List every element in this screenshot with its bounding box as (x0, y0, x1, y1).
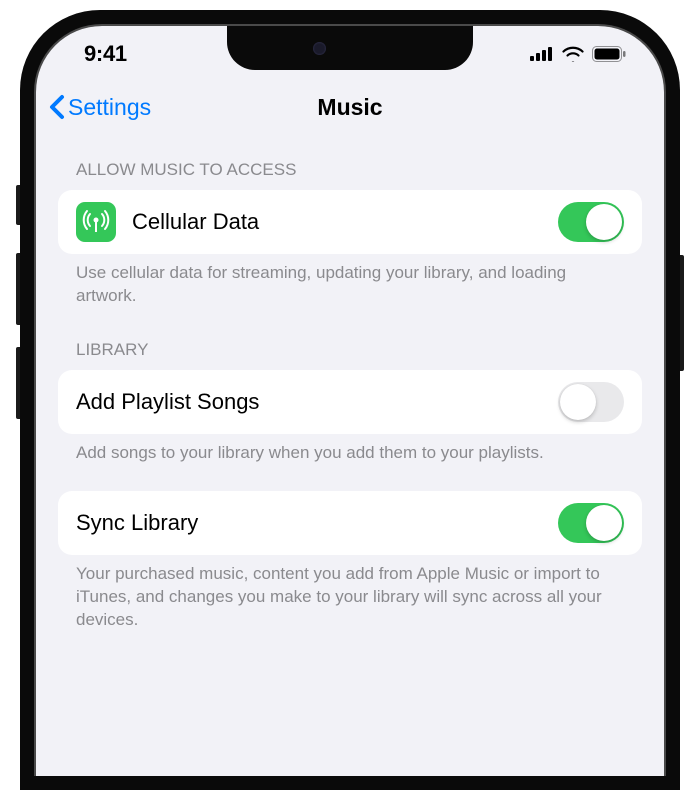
chevron-left-icon (48, 94, 66, 120)
section-header-access: ALLOW MUSIC TO ACCESS (58, 132, 642, 190)
sync-library-toggle[interactable] (558, 503, 624, 543)
nav-bar: Settings Music (36, 82, 664, 132)
back-label: Settings (68, 94, 151, 121)
cellular-signal-icon (530, 47, 554, 61)
cell-add-playlist-songs[interactable]: Add Playlist Songs (58, 370, 642, 434)
wifi-icon (562, 46, 584, 62)
status-time: 9:41 (84, 41, 127, 67)
section-footer-add-playlist: Add songs to your library when you add t… (58, 434, 642, 469)
add-playlist-toggle[interactable] (558, 382, 624, 422)
sync-library-label: Sync Library (76, 510, 542, 536)
section-footer-access: Use cellular data for streaming, updatin… (58, 254, 642, 312)
battery-icon (592, 46, 626, 62)
cellular-data-icon (76, 202, 116, 242)
back-button[interactable]: Settings (48, 94, 151, 121)
cellular-data-toggle[interactable] (558, 202, 624, 242)
cell-cellular-data[interactable]: Cellular Data (58, 190, 642, 254)
section-footer-sync: Your purchased music, content you add fr… (58, 555, 642, 636)
status-icons (530, 46, 626, 62)
add-playlist-label: Add Playlist Songs (76, 389, 542, 415)
screen: 9:41 (36, 26, 664, 776)
cellular-data-label: Cellular Data (132, 209, 542, 235)
notch (227, 26, 473, 70)
page-title: Music (317, 94, 382, 121)
section-header-library: LIBRARY (58, 312, 642, 370)
phone-frame: 9:41 (20, 10, 680, 790)
content[interactable]: ALLOW MUSIC TO ACCESS Cellular Data (36, 132, 664, 636)
cell-sync-library[interactable]: Sync Library (58, 491, 642, 555)
